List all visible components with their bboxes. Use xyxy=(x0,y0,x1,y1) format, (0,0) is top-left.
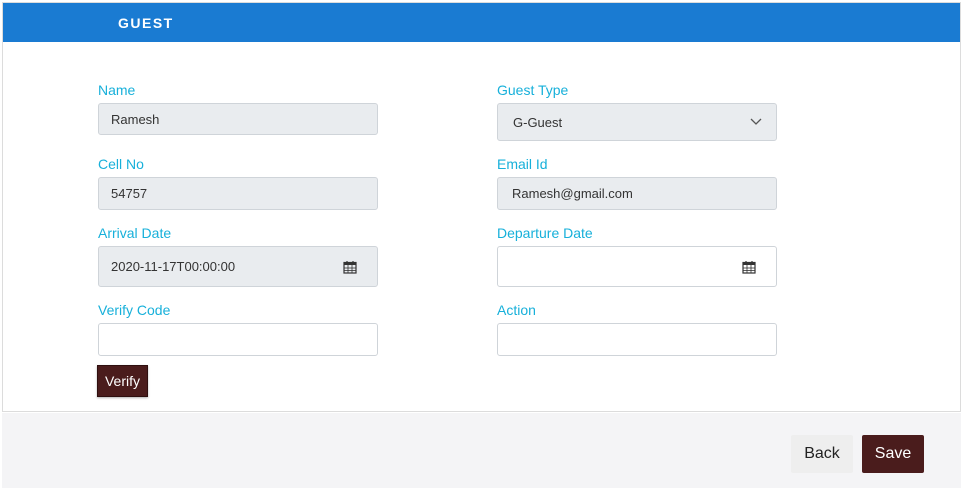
calendar-icon[interactable] xyxy=(742,260,756,274)
card-header: GUEST xyxy=(3,3,960,42)
name-value: Ramesh xyxy=(111,111,160,127)
arrival-date-label: Arrival Date xyxy=(98,225,172,241)
guest-type-value: G-Guest xyxy=(513,114,563,130)
arrival-date-value: 2020-11-17T00:00:00 xyxy=(111,259,236,274)
name-label: Name xyxy=(98,82,136,98)
calendar-icon[interactable] xyxy=(343,260,357,274)
cell-no-value: 54757 xyxy=(111,186,148,201)
page-title: GUEST xyxy=(118,15,174,31)
guest-type-select[interactable]: G-Guest xyxy=(497,103,777,141)
verify-code-input[interactable] xyxy=(98,323,378,356)
verify-button[interactable]: Verify xyxy=(97,365,148,397)
cell-no-label: Cell No xyxy=(98,156,144,172)
action-label: Action xyxy=(497,302,536,318)
email-value: Ramesh@gmail.com xyxy=(512,186,633,201)
email-label: Email Id xyxy=(497,156,548,172)
arrival-date-field[interactable]: 2020-11-17T00:00:00 xyxy=(98,246,378,287)
email-field[interactable]: Ramesh@gmail.com xyxy=(497,177,777,210)
back-button[interactable]: Back xyxy=(791,435,853,473)
departure-date-label: Departure Date xyxy=(497,225,593,241)
cell-no-field[interactable]: 54757 xyxy=(98,177,378,210)
guest-type-label: Guest Type xyxy=(497,82,569,98)
action-input[interactable] xyxy=(497,323,777,356)
save-button[interactable]: Save xyxy=(862,435,924,473)
departure-date-field[interactable] xyxy=(497,246,777,287)
name-field[interactable]: Ramesh xyxy=(98,103,378,135)
verify-code-label: Verify Code xyxy=(98,302,171,318)
chevron-down-icon xyxy=(750,118,762,125)
